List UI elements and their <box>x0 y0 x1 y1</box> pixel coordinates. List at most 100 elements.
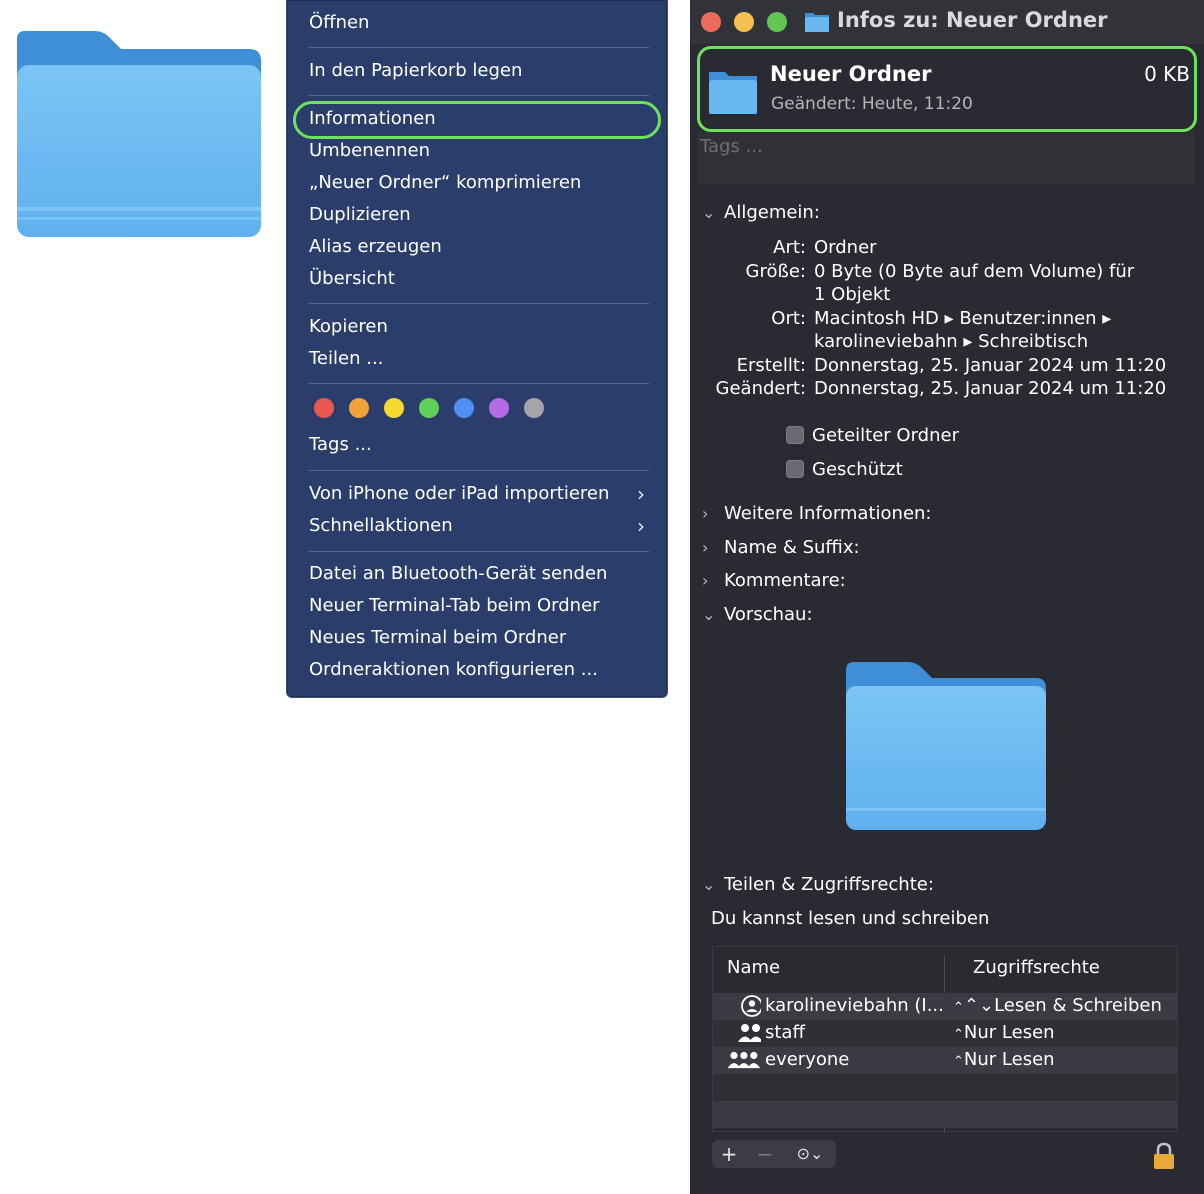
chevron-right-icon: › <box>702 538 709 557</box>
permissions-table: Name Zugriffsrechte karolineviebahn (I..… <box>712 946 1178 1133</box>
modified-date: Geändert: Heute, 11:20 <box>771 94 973 114</box>
lock-icon[interactable] <box>1152 1142 1176 1170</box>
where-value-cont: karolineviebahn ▸ Schreibtisch <box>814 331 1089 352</box>
shared-folder-checkbox[interactable] <box>786 426 804 444</box>
section-label: Name & Suffix: <box>724 537 860 558</box>
minimize-button[interactable] <box>734 12 754 32</box>
size-value: 0 Byte (0 Byte auf dem Volume) für <box>814 261 1135 282</box>
modified-label: Geändert: <box>715 378 806 399</box>
menu-item-open[interactable]: Öffnen <box>309 8 645 38</box>
section-general[interactable]: ⌄ Allgemein: <box>702 202 820 223</box>
table-row[interactable]: everyone ⌃Nur Lesen <box>713 1047 1177 1074</box>
menu-item-new-terminal-tab[interactable]: Neuer Terminal-Tab beim Ordner <box>309 591 645 621</box>
section-label: Weitere Informationen: <box>724 503 932 524</box>
menu-item-compress[interactable]: „Neuer Ordner“ komprimieren <box>309 168 645 198</box>
section-more-info[interactable]: › Weitere Informationen: <box>702 503 932 524</box>
menu-item-quick-look[interactable]: Übersicht <box>309 264 645 294</box>
section-preview[interactable]: ⌄ Vorschau: <box>702 604 813 625</box>
size-label: Größe: <box>745 261 806 282</box>
chevron-right-icon: › <box>702 504 709 523</box>
menu-separator <box>309 470 649 471</box>
tag-green-dot[interactable] <box>419 398 439 418</box>
tags-field[interactable]: Tags ... <box>697 132 1195 184</box>
column-header-name[interactable]: Name <box>727 957 780 978</box>
tag-blue-dot[interactable] <box>454 398 474 418</box>
remove-user-button[interactable]: − <box>748 1140 782 1168</box>
chevron-down-icon: ⌄ <box>702 605 716 624</box>
menu-separator <box>309 383 649 384</box>
tag-purple-dot[interactable] <box>489 398 509 418</box>
info-window: Infos zu: Neuer Ordner Neuer Ordner 0 KB… <box>690 0 1204 1194</box>
updown-icon: ⌃ <box>953 1027 964 1042</box>
section-name-suffix[interactable]: › Name & Suffix: <box>702 537 860 558</box>
menu-item-get-info[interactable]: Informationen <box>309 104 645 134</box>
folder-icon <box>805 13 829 32</box>
where-label: Ort: <box>771 308 806 329</box>
privilege-popup[interactable]: ⌃⌃⌄Lesen & Schreiben <box>953 995 1162 1016</box>
privilege-popup[interactable]: ⌃Nur Lesen <box>953 1049 1055 1070</box>
menu-item-new-terminal[interactable]: Neues Terminal beim Ordner <box>309 623 645 653</box>
tag-orange-dot[interactable] <box>349 398 369 418</box>
desktop-folder-icon[interactable] <box>17 31 261 239</box>
locked-label: Geschützt <box>812 459 903 480</box>
table-row[interactable]: staff ⌃Nur Lesen <box>713 1020 1177 1047</box>
section-label: Allgemein: <box>724 202 820 223</box>
window-title: Infos zu: Neuer Ordner <box>837 8 1108 32</box>
user-name: staff <box>765 1022 805 1043</box>
action-menu-button[interactable]: ⊙⌄ <box>786 1140 834 1168</box>
menu-separator <box>309 551 649 552</box>
menu-item-share[interactable]: Teilen ... <box>309 344 645 374</box>
preview-folder-icon <box>846 662 1046 830</box>
section-comments[interactable]: › Kommentare: <box>702 570 846 591</box>
size-value-cont: 1 Objekt <box>814 284 891 305</box>
add-user-button[interactable]: + <box>712 1140 746 1168</box>
user-name: karolineviebahn (I... <box>765 995 944 1016</box>
menu-separator <box>309 95 649 96</box>
menu-separator <box>309 47 649 48</box>
file-size: 0 KB <box>1144 62 1190 86</box>
kind-label: Art: <box>773 237 806 258</box>
chevron-down-icon: ⌄ <box>702 203 716 222</box>
user-icon <box>741 995 761 1017</box>
table-row[interactable]: karolineviebahn (I... ⌃⌃⌄Lesen & Schreib… <box>713 993 1177 1020</box>
menu-item-label: Von iPhone oder iPad importieren <box>309 483 610 504</box>
chevron-down-icon: ⌄ <box>702 875 716 894</box>
table-row-empty <box>713 1074 1177 1101</box>
privilege-value: Nur Lesen <box>963 1022 1055 1043</box>
locked-checkbox[interactable] <box>786 460 804 478</box>
menu-item-folder-actions[interactable]: Ordneraktionen konfigurieren ... <box>309 655 645 685</box>
menu-item-label: Schnellaktionen <box>309 515 453 536</box>
menu-item-import-from-iphone[interactable]: Von iPhone oder iPad importieren › <box>309 479 645 509</box>
menu-separator <box>309 303 649 304</box>
chevron-down-icon: ⌄ <box>810 1144 824 1163</box>
user-name: everyone <box>765 1049 850 1070</box>
menu-item-bluetooth-send[interactable]: Datei an Bluetooth-Gerät senden <box>309 559 645 589</box>
updown-icon: ⌃ <box>953 1054 964 1069</box>
kind-value: Ordner <box>814 237 877 258</box>
privilege-popup[interactable]: ⌃Nur Lesen <box>953 1022 1055 1043</box>
section-label: Kommentare: <box>724 570 846 591</box>
group-icon <box>738 1024 761 1042</box>
section-label: Vorschau: <box>724 604 813 625</box>
section-sharing[interactable]: ⌄ Teilen & Zugriffsrechte: <box>702 874 934 895</box>
everyone-icon <box>727 1051 761 1069</box>
created-label: Erstellt: <box>736 355 806 376</box>
menu-item-make-alias[interactable]: Alias erzeugen <box>309 232 645 262</box>
column-header-privilege[interactable]: Zugriffsrechte <box>973 957 1100 978</box>
menu-item-copy[interactable]: Kopieren <box>309 312 645 342</box>
menu-item-duplicate[interactable]: Duplizieren <box>309 200 645 230</box>
menu-item-tags[interactable]: Tags ... <box>309 430 645 460</box>
tag-yellow-dot[interactable] <box>384 398 404 418</box>
zoom-button[interactable] <box>767 12 787 32</box>
chevron-right-icon: › <box>637 482 645 506</box>
close-button[interactable] <box>701 12 721 32</box>
menu-item-quick-actions[interactable]: Schnellaktionen › <box>309 511 645 541</box>
modified-value: Donnerstag, 25. Januar 2024 um 11:20 <box>814 378 1167 399</box>
menu-item-rename[interactable]: Umbenennen <box>309 136 645 166</box>
tag-gray-dot[interactable] <box>524 398 544 418</box>
privilege-value: ⌃⌄Lesen & Schreiben <box>963 995 1162 1016</box>
menu-item-move-to-trash[interactable]: In den Papierkorb legen <box>309 56 645 86</box>
tag-red-dot[interactable] <box>314 398 334 418</box>
permissions-button-bar: + − ⊙⌄ <box>712 1140 836 1168</box>
folder-icon <box>709 72 757 114</box>
